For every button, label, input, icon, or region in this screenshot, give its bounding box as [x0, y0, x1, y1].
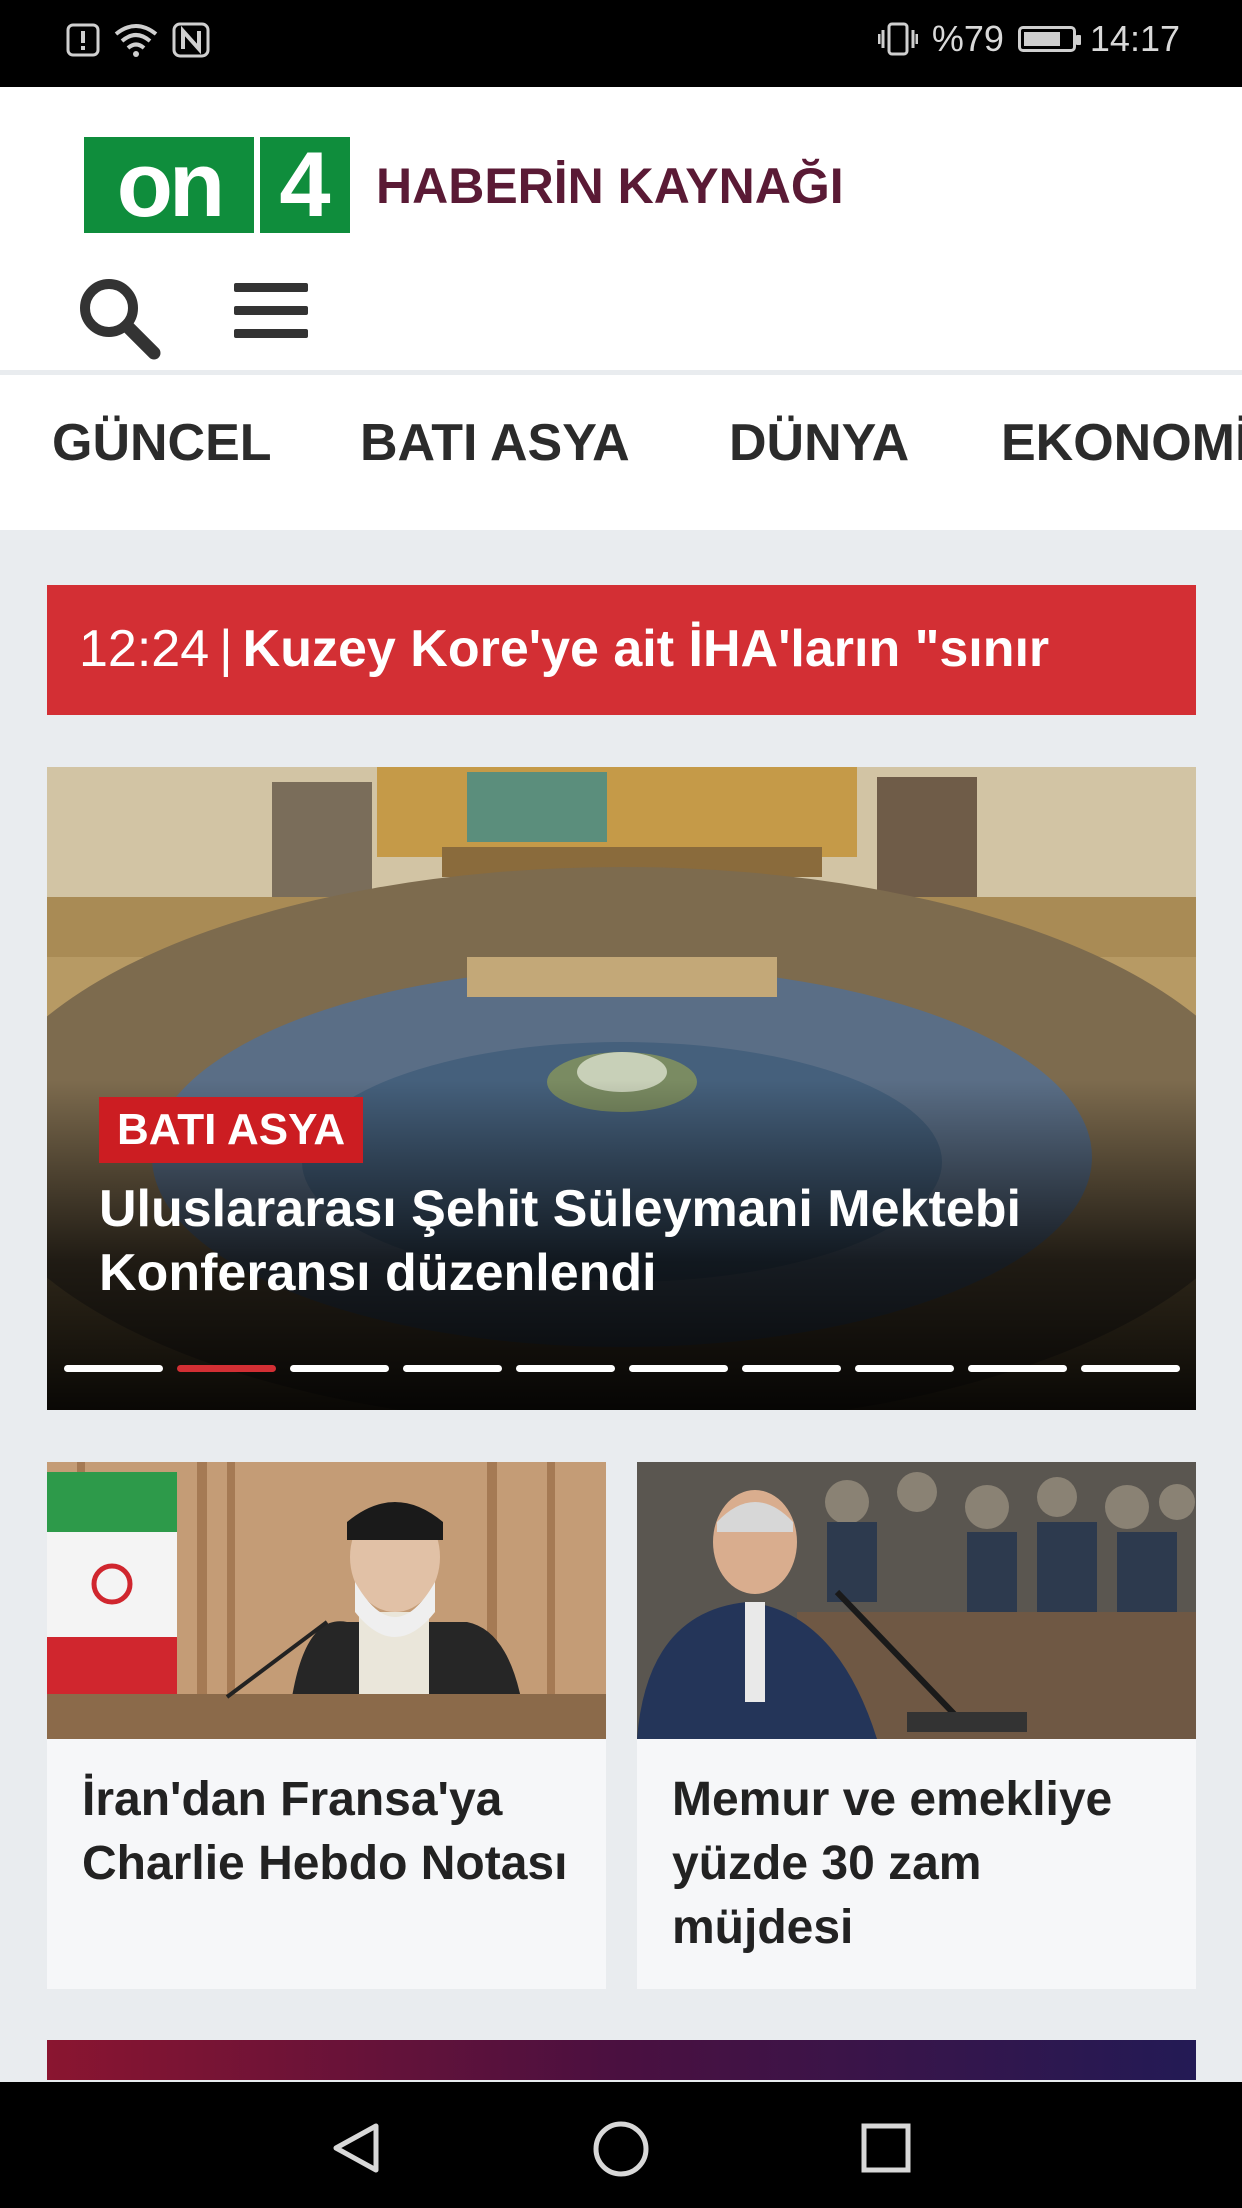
site-slogan: HABERİN KAYNAĞI: [376, 158, 844, 214]
vibrate-icon: [877, 22, 918, 56]
logo-four: 4: [260, 137, 350, 233]
card-image: [47, 1462, 606, 1739]
slider-dot[interactable]: [742, 1365, 841, 1372]
status-left-icons: [66, 22, 210, 58]
ticker-separator: |: [219, 620, 233, 678]
card-title[interactable]: İran'dan Fransa'ya Charlie Hebdo Notası: [82, 1768, 572, 1896]
slider-dot[interactable]: [629, 1365, 728, 1372]
menu-button[interactable]: [234, 283, 314, 353]
slider-dot[interactable]: [1081, 1365, 1180, 1372]
slider-dot[interactable]: [403, 1365, 502, 1372]
card-image: [637, 1462, 1196, 1739]
featured-slider[interactable]: BATI ASYA Uluslararası Şehit Süleymani M…: [47, 767, 1196, 1410]
ticker-headline: Kuzey Kore'ye ait İHA'ların "sınır: [242, 620, 1050, 678]
wifi-icon: [114, 24, 158, 57]
status-bar: %79 14:17: [0, 0, 1242, 87]
slider-dot[interactable]: [968, 1365, 1067, 1372]
site-header: on 4 HABERİN KAYNAĞI: [0, 87, 1242, 370]
ticker-line: 12:24 | Kuzey Kore'ye ait İHA'ların "sınır: [79, 619, 1049, 679]
news-card[interactable]: Memur ve emekliye yüzde 30 zam müjdesi: [637, 1462, 1196, 1989]
category-bati-asya[interactable]: BATI ASYA: [360, 413, 630, 473]
home-icon[interactable]: [592, 2120, 650, 2178]
slider-dot[interactable]: [290, 1365, 389, 1372]
category-nav: GÜNCEL BATI ASYA DÜNYA EKONOMİ: [0, 375, 1242, 530]
category-ekonomi[interactable]: EKONOMİ: [1001, 413, 1242, 473]
slider-dots: [64, 1365, 1180, 1372]
status-right: %79 14:17: [877, 18, 1180, 60]
slider-dot[interactable]: [516, 1365, 615, 1372]
system-nav-bar: [0, 2082, 1242, 2208]
slider-dot[interactable]: [177, 1365, 276, 1372]
battery-fill: [1023, 32, 1060, 46]
battery-percent: %79: [931, 18, 1004, 59]
news-card[interactable]: İran'dan Fransa'ya Charlie Hebdo Notası: [47, 1462, 606, 1989]
logo-on: on: [84, 137, 254, 233]
slider-title[interactable]: Uluslararası Şehit Süleymani Mektebi Kon…: [99, 1177, 1159, 1305]
menu-icon: [234, 283, 314, 338]
search-button[interactable]: [74, 273, 164, 363]
breaking-news-ticker[interactable]: 12:24 | Kuzey Kore'ye ait İHA'ların "sınır: [47, 585, 1196, 715]
search-icon: [80, 279, 161, 360]
recent-apps-icon[interactable]: [860, 2122, 912, 2174]
category-dunya[interactable]: DÜNYA: [729, 413, 909, 473]
next-item-teaser[interactable]: [47, 2040, 1196, 2080]
nfc-icon: [172, 22, 210, 58]
ticker-time: 12:24: [79, 620, 210, 678]
card-title[interactable]: Memur ve emekliye yüzde 30 zam müjdesi: [672, 1768, 1162, 1960]
alert-icon: [66, 23, 100, 57]
battery-icon: [1017, 26, 1081, 52]
slider-category-badge[interactable]: BATI ASYA: [99, 1097, 364, 1163]
site-logo[interactable]: on 4: [84, 137, 350, 233]
slider-dot[interactable]: [855, 1365, 954, 1372]
back-icon[interactable]: [328, 2120, 384, 2176]
category-guncel[interactable]: GÜNCEL: [52, 413, 272, 473]
clock: 14:17: [1089, 18, 1180, 59]
slider-dot[interactable]: [64, 1365, 163, 1372]
